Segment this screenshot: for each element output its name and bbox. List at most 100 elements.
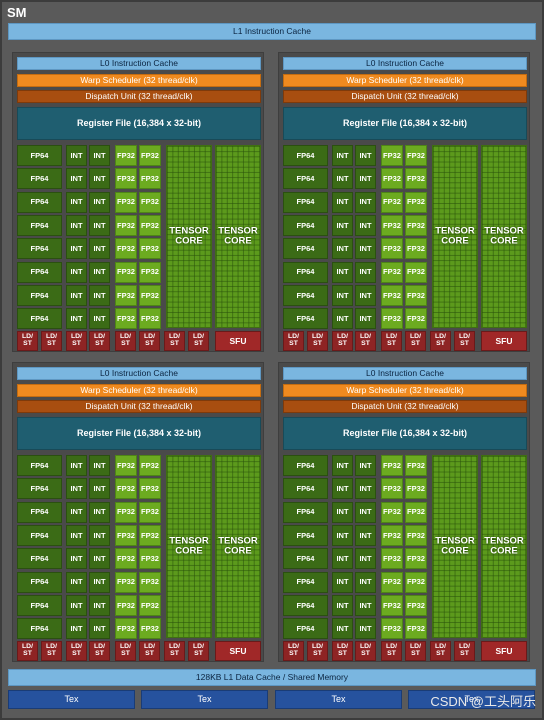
dispatch-unit: Dispatch Unit (32 thread/clk) <box>283 90 527 103</box>
warp-scheduler: Warp Scheduler (32 thread/clk) <box>17 74 261 87</box>
ldst-unit: LD/ST <box>283 331 304 351</box>
fp32-unit: FP32 <box>381 168 403 190</box>
fp64-unit: FP64 <box>283 261 328 283</box>
int-unit: INT <box>89 261 110 283</box>
ldst-unit: LD/ST <box>115 331 136 351</box>
int-unit: INT <box>66 524 87 546</box>
ldst-unit: LD/ST <box>381 331 402 351</box>
tensor-core-1: TENSOR CORE <box>432 455 478 638</box>
ldst-label-line-2: ST <box>338 650 347 657</box>
ldst-label-line-2: ST <box>95 340 104 347</box>
fp64-unit: FP64 <box>17 548 62 570</box>
fp32-unit: FP32 <box>381 455 403 476</box>
fp32-unit: FP32 <box>115 145 137 166</box>
int-unit: INT <box>66 501 87 523</box>
fp32-unit: FP32 <box>115 168 137 190</box>
ldst-label-line-2: ST <box>411 650 420 657</box>
fp64-unit: FP64 <box>17 214 62 236</box>
sfu-unit: SFU <box>481 641 527 661</box>
fp32-unit: FP32 <box>405 238 427 260</box>
processing-block: L0 Instruction Cache Warp Scheduler (32 t… <box>12 52 264 352</box>
tensor-label-line-2: CORE <box>224 235 252 247</box>
dispatch-unit: Dispatch Unit (32 thread/clk) <box>17 400 261 413</box>
int-unit: INT <box>355 548 376 570</box>
register-file: Register File (16,384 x 32-bit) <box>17 417 261 450</box>
int-unit: INT <box>89 284 110 306</box>
fp32-unit: FP32 <box>381 145 403 166</box>
fp64-unit: FP64 <box>283 145 328 166</box>
ldst-unit: LD/ST <box>188 641 209 661</box>
ldst-unit: LD/ST <box>307 641 328 661</box>
fp32-unit: FP32 <box>139 308 161 330</box>
ldst-label-line-2: ST <box>145 650 154 657</box>
ldst-label-line-2: ST <box>72 650 81 657</box>
tensor-core-2: TENSOR CORE <box>481 145 527 328</box>
fp32-unit: FP32 <box>405 284 427 306</box>
l0-instruction-cache: L0 Instruction Cache <box>283 367 527 380</box>
fp64-unit: FP64 <box>283 168 328 190</box>
int-unit: INT <box>332 145 353 166</box>
ldst-unit: LD/ST <box>41 331 62 351</box>
fp64-unit: FP64 <box>283 284 328 306</box>
tensor-core-2: TENSOR CORE <box>215 455 261 638</box>
tensor-core-label: TENSOR CORE <box>482 535 526 557</box>
dispatch-unit: Dispatch Unit (32 thread/clk) <box>283 400 527 413</box>
fp64-unit: FP64 <box>17 594 62 616</box>
tensor-label-line-2: CORE <box>490 545 518 557</box>
fp64-unit: FP64 <box>283 308 328 330</box>
l0-instruction-cache: L0 Instruction Cache <box>17 57 261 70</box>
int-unit: INT <box>332 308 353 330</box>
ldst-unit: LD/ST <box>332 331 353 351</box>
tensor-label-line-2: CORE <box>441 545 469 557</box>
fp32-unit: FP32 <box>115 238 137 260</box>
fp32-unit: FP32 <box>139 238 161 260</box>
int-unit: INT <box>332 284 353 306</box>
fp64-unit: FP64 <box>283 618 328 640</box>
fp64-unit: FP64 <box>17 308 62 330</box>
fp32-unit: FP32 <box>139 261 161 283</box>
fp32-unit: FP32 <box>381 191 403 213</box>
ldst-label-line-2: ST <box>436 650 445 657</box>
fp32-unit: FP32 <box>115 571 137 593</box>
ldst-unit: LD/ST <box>405 331 426 351</box>
ldst-label-line-2: ST <box>121 650 130 657</box>
fp32-unit: FP32 <box>139 191 161 213</box>
int-unit: INT <box>89 214 110 236</box>
int-unit: INT <box>89 524 110 546</box>
fp64-unit: FP64 <box>17 284 62 306</box>
fp64-unit: FP64 <box>283 455 328 476</box>
int-unit: INT <box>89 455 110 476</box>
fp32-unit: FP32 <box>115 308 137 330</box>
ldst-unit: LD/ST <box>332 641 353 661</box>
l0-instruction-cache: L0 Instruction Cache <box>17 367 261 380</box>
fp32-unit: FP32 <box>381 548 403 570</box>
fp64-unit: FP64 <box>17 501 62 523</box>
fp32-unit: FP32 <box>115 261 137 283</box>
fp64-unit: FP64 <box>283 191 328 213</box>
fp64-unit: FP64 <box>283 524 328 546</box>
tensor-core-label: TENSOR CORE <box>167 225 211 247</box>
ldst-label-line-2: ST <box>460 340 469 347</box>
tex-unit-3: Tex <box>275 690 402 709</box>
int-unit: INT <box>66 455 87 476</box>
ldst-unit: LD/ST <box>115 641 136 661</box>
ldst-unit: LD/ST <box>89 331 110 351</box>
ldst-unit: LD/ST <box>164 331 185 351</box>
fp32-unit: FP32 <box>139 501 161 523</box>
tensor-label-line-2: CORE <box>224 545 252 557</box>
int-unit: INT <box>66 191 87 213</box>
ldst-label-line-2: ST <box>436 340 445 347</box>
fp32-unit: FP32 <box>405 191 427 213</box>
fp32-unit: FP32 <box>115 501 137 523</box>
tensor-core-1: TENSOR CORE <box>432 145 478 328</box>
tensor-core-label: TENSOR CORE <box>433 225 477 247</box>
ldst-label-line-2: ST <box>387 650 396 657</box>
fp32-unit: FP32 <box>405 571 427 593</box>
int-unit: INT <box>355 238 376 260</box>
int-unit: INT <box>89 308 110 330</box>
tensor-label-line-2: CORE <box>490 235 518 247</box>
ldst-unit: LD/ST <box>164 641 185 661</box>
ldst-unit: LD/ST <box>139 331 160 351</box>
ldst-unit: LD/ST <box>355 331 376 351</box>
ldst-unit: LD/ST <box>41 641 62 661</box>
